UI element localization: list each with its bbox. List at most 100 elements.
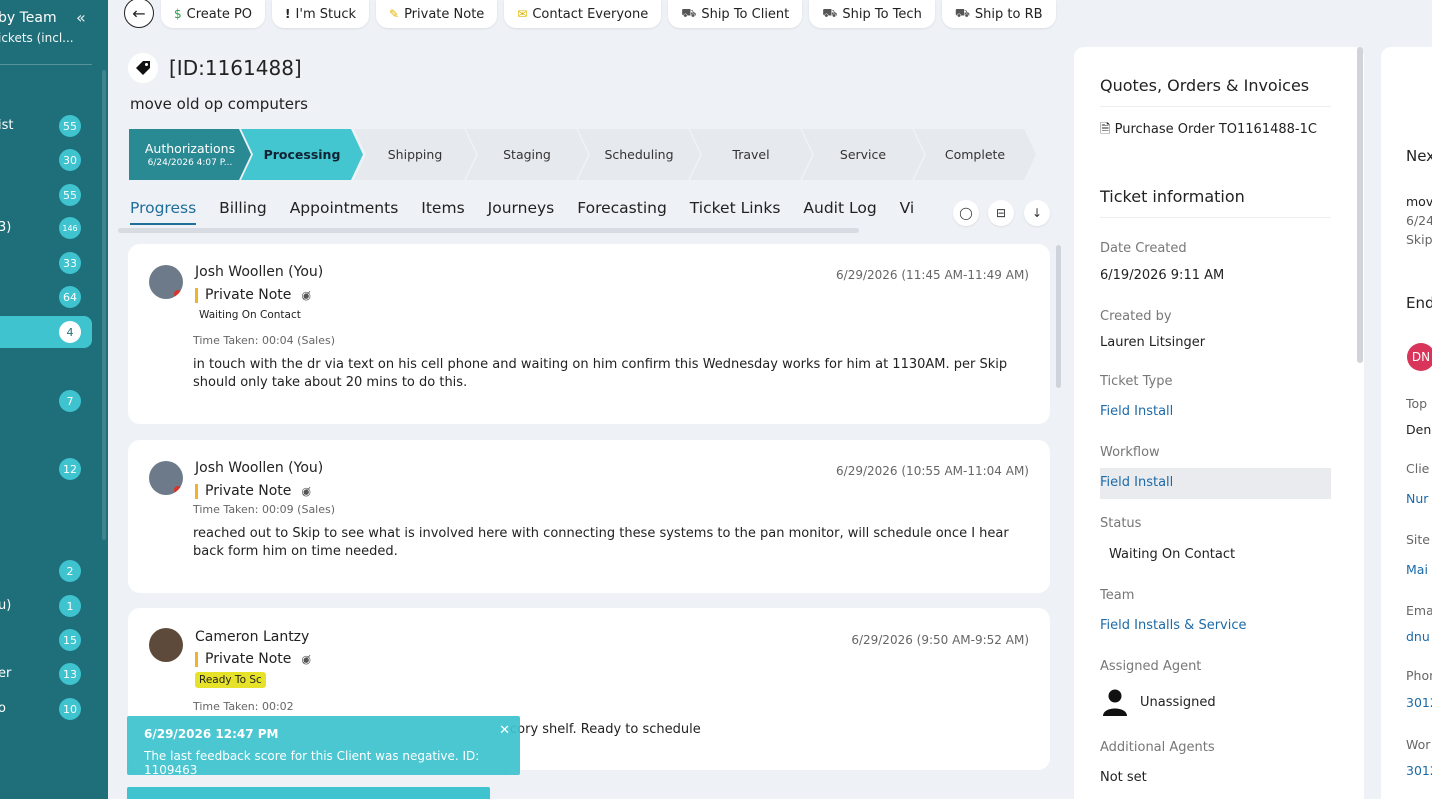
sidebar-item[interactable]: 3) 146 xyxy=(0,213,92,243)
ship-to-client-button[interactable]: ⛟ Ship To Client xyxy=(668,0,803,28)
stage-scheduling[interactable]: Scheduling xyxy=(578,129,700,180)
sidebar-scrollbar[interactable] xyxy=(102,70,106,540)
ship-to-tech-button[interactable]: ⛟ Ship To Tech xyxy=(809,0,935,28)
next-line: 6/24 xyxy=(1406,213,1432,228)
status-value[interactable]: Waiting On Contact xyxy=(1109,547,1235,562)
sidebar-item[interactable]: 30 xyxy=(0,145,92,175)
im-stuck-button[interactable]: ! I'm Stuck xyxy=(272,0,369,28)
stage-processing[interactable]: Processing xyxy=(241,129,363,180)
contact-everyone-button[interactable]: ✉ Contact Everyone xyxy=(504,0,662,28)
top-label: Top xyxy=(1406,396,1428,411)
client-value[interactable]: Nur xyxy=(1406,491,1428,506)
assigned-agent-value[interactable]: Unassigned xyxy=(1140,695,1216,710)
team-label: Team xyxy=(1100,588,1135,603)
collapse-icon[interactable]: ⊟ xyxy=(988,200,1014,226)
tab-journeys[interactable]: Journeys xyxy=(488,199,555,223)
feed-scrollbar[interactable] xyxy=(1056,245,1061,388)
tab-forecasting[interactable]: Forecasting xyxy=(577,199,667,223)
stage-authorizations[interactable]: Authorizations 6/24/2026 4:07 P... xyxy=(129,129,251,180)
stage-staging[interactable]: Staging xyxy=(466,129,588,180)
im-stuck-label: I'm Stuck xyxy=(295,6,356,22)
email-value[interactable]: dnu xyxy=(1406,629,1430,644)
note-timestamp: 6/29/2026 (9:50 AM-9:52 AM) xyxy=(851,633,1029,647)
tab-audit-log[interactable]: Audit Log xyxy=(803,199,876,223)
count-badge: 7 xyxy=(59,390,81,412)
notification-toast: 6/29/2026 12:47 PM The last feedback sco… xyxy=(127,716,520,777)
truck-icon: ⛟ xyxy=(954,6,970,20)
workflow-value[interactable]: Field Install xyxy=(1100,475,1173,490)
sidebar-item[interactable]: o 10 xyxy=(0,694,92,724)
stage-shipping[interactable]: Shipping xyxy=(354,129,476,180)
sidebar-item-label: 3) xyxy=(0,220,12,235)
work-label: Wor xyxy=(1406,737,1431,752)
tab-progress[interactable]: Progress xyxy=(130,199,197,225)
status-badge: Ready To Sc xyxy=(195,672,266,688)
team-value[interactable]: Field Installs & Service xyxy=(1100,618,1247,633)
date-created-value: 6/19/2026 9:11 AM xyxy=(1100,268,1225,283)
stage-service[interactable]: Service xyxy=(802,129,924,180)
time-taken: Time Taken: 00:02 xyxy=(193,700,294,713)
note-author: Josh Woollen (You) xyxy=(195,460,324,476)
note-type-label: Private Note xyxy=(205,483,292,499)
tab-ticket-links[interactable]: Ticket Links xyxy=(690,199,781,223)
info-panel-scrollbar[interactable] xyxy=(1357,47,1363,363)
truck-icon: ⛟ xyxy=(822,6,838,20)
sidebar-item-label: ist xyxy=(0,118,14,133)
stage-label: Service xyxy=(839,147,887,162)
workflow-stages: Authorizations 6/24/2026 4:07 P... Proce… xyxy=(129,129,1039,180)
sidebar-item[interactable]: ist 55 xyxy=(0,111,92,141)
sidebar-item-active[interactable]: 4 xyxy=(0,316,92,348)
sidebar-item[interactable]: 15 xyxy=(0,625,92,655)
status-badge: Waiting On Contact xyxy=(199,309,301,321)
sidebar-item[interactable]: 12 xyxy=(0,454,92,484)
sidebar-title: by Team xyxy=(0,10,57,26)
ship-to-rb-button[interactable]: ⛟ Ship to RB xyxy=(941,0,1056,28)
created-by-value: Lauren Litsinger xyxy=(1100,335,1206,350)
additional-agents-label: Additional Agents xyxy=(1100,740,1215,755)
sidebar-item[interactable]: 55 xyxy=(0,180,92,210)
tab-more[interactable]: Vi xyxy=(900,199,915,223)
count-badge: 4 xyxy=(59,321,81,343)
status-dot xyxy=(174,486,182,494)
sidebar-item[interactable]: u) 1 xyxy=(0,591,92,621)
sidebar-item[interactable]: 64 xyxy=(0,282,92,312)
count-badge: 1 xyxy=(59,595,81,617)
close-icon[interactable]: ✕ xyxy=(499,723,510,738)
contact-everyone-label: Contact Everyone xyxy=(532,6,649,22)
sidebar-item[interactable]: er 13 xyxy=(0,659,92,689)
note-author: Cameron Lantzy xyxy=(195,629,310,645)
tab-appointments[interactable]: Appointments xyxy=(290,199,399,223)
note-type-label: Private Note xyxy=(205,651,292,667)
collapse-sidebar-icon[interactable]: « xyxy=(76,8,86,27)
ticket-type-label: Ticket Type xyxy=(1100,374,1173,389)
purchase-order-link[interactable]: 🗎 Purchase Order TO1161488-1C xyxy=(1100,120,1317,142)
sidebar-item[interactable]: 2 xyxy=(0,556,92,586)
comment-icon[interactable]: ◯ xyxy=(953,200,979,226)
back-button[interactable]: ← xyxy=(124,0,154,28)
count-badge: 55 xyxy=(59,115,81,137)
additional-agents-value[interactable]: Not set xyxy=(1100,770,1147,785)
work-value[interactable]: 3012 xyxy=(1406,763,1432,778)
sidebar-item[interactable]: 33 xyxy=(0,248,92,278)
arrow-down-icon[interactable]: ↓ xyxy=(1024,200,1050,226)
dollar-icon: $ xyxy=(174,7,182,21)
sidebar-subtitle[interactable]: ickets (incl... xyxy=(0,31,74,45)
time-taken: Time Taken: 00:04 (Sales) xyxy=(193,334,336,347)
end-heading: End xyxy=(1406,294,1432,312)
ticket-type-value[interactable]: Field Install xyxy=(1100,404,1173,419)
ship-to-client-label: Ship To Client xyxy=(701,6,790,22)
eye-off-icon: ◉̸ xyxy=(301,653,312,666)
site-label: Site xyxy=(1406,532,1430,547)
site-value[interactable]: Mai xyxy=(1406,562,1428,577)
private-note-button[interactable]: ✎ Private Note xyxy=(376,0,498,28)
create-po-button[interactable]: $ Create PO xyxy=(161,0,266,28)
stage-complete[interactable]: Complete xyxy=(914,129,1036,180)
stage-travel[interactable]: Travel xyxy=(690,129,812,180)
tabs-scrollbar[interactable] xyxy=(118,228,859,233)
tab-billing[interactable]: Billing xyxy=(219,199,267,223)
avatar xyxy=(149,628,183,662)
stage-date: 6/24/2026 4:07 P... xyxy=(147,158,233,168)
sidebar-item[interactable]: 7 xyxy=(0,386,92,416)
phone-value[interactable]: 3012 xyxy=(1406,695,1432,710)
tab-items[interactable]: Items xyxy=(421,199,464,223)
